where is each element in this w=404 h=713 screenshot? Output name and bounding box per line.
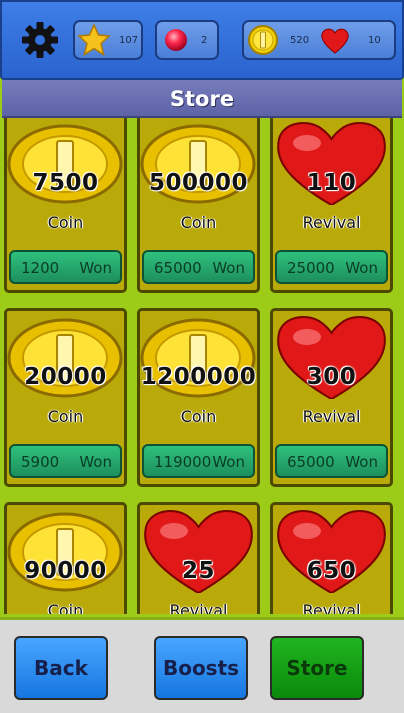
gems-value: 2 [201, 35, 208, 46]
title-bar: Store [2, 80, 402, 118]
item-amount: 650 [306, 558, 357, 584]
store-item-coin[interactable]: 500000 Coin 65000 Won [137, 118, 260, 293]
buy-button[interactable]: 5900 Won [9, 444, 122, 478]
item-currency: Won [212, 259, 245, 277]
store-button[interactable]: Store [270, 636, 364, 700]
store-item-coin[interactable]: 7500 Coin 1200 Won [4, 118, 127, 293]
item-currency: Won [345, 259, 378, 277]
item-price: 5900 [21, 453, 60, 471]
item-amount: 1200000 [140, 364, 257, 390]
item-price: 25000 [287, 259, 335, 277]
item-amount: 500000 [148, 170, 249, 196]
store-item-revival[interactable]: 25 Revival [137, 502, 260, 614]
item-kind: Coin [180, 213, 217, 232]
item-currency: Won [79, 453, 112, 471]
item-kind: Coin [47, 601, 84, 614]
store-item-revival[interactable]: 110 Revival 25000 Won [270, 118, 393, 293]
item-amount: 20000 [24, 364, 107, 390]
item-price: 1200 [21, 259, 60, 277]
red-gem-icon [165, 29, 187, 51]
coin-icon [248, 25, 278, 55]
item-kind: Revival [302, 407, 361, 426]
page-title: Store [169, 87, 235, 111]
coins-lives-counter: 520 10 [242, 20, 396, 60]
gems-counter: 2 [155, 20, 219, 60]
top-hud: 107 2 520 10 [0, 0, 404, 80]
heart-icon [321, 28, 349, 54]
store-item-coin[interactable]: 90000 Coin [4, 502, 127, 614]
store-item-revival[interactable]: 300 Revival 65000 Won [270, 308, 393, 487]
back-button[interactable]: Back [14, 636, 108, 700]
store-grid[interactable]: 7500 Coin 1200 Won 500000 Coin 65000 Won… [0, 118, 404, 614]
item-kind: Revival [302, 601, 361, 614]
item-kind: Coin [47, 407, 84, 426]
store-item-revival[interactable]: 650 Revival [270, 502, 393, 614]
item-kind: Revival [169, 601, 228, 614]
item-amount: 300 [306, 364, 357, 390]
item-currency: Won [212, 453, 245, 471]
bottom-nav: Back Boosts Store [0, 617, 404, 713]
buy-button[interactable]: 119000 Won [142, 444, 255, 478]
buy-button[interactable]: 65000 Won [275, 444, 388, 478]
buy-button[interactable]: 1200 Won [9, 250, 122, 284]
lives-value: 10 [368, 35, 381, 46]
store-item-coin[interactable]: 20000 Coin 5900 Won [4, 308, 127, 487]
item-amount: 90000 [24, 558, 107, 584]
item-amount: 110 [306, 170, 357, 196]
stars-counter: 107 [73, 20, 143, 60]
item-amount: 7500 [32, 170, 99, 196]
item-kind: Coin [47, 213, 84, 232]
item-price: 119000 [154, 453, 212, 471]
item-price: 65000 [154, 259, 202, 277]
item-kind: Coin [180, 407, 217, 426]
buy-button[interactable]: 25000 Won [275, 250, 388, 284]
store-item-coin[interactable]: 1200000 Coin 119000 Won [137, 308, 260, 487]
coins-value: 520 [290, 35, 310, 46]
boosts-button[interactable]: Boosts [154, 636, 248, 700]
item-currency: Won [79, 259, 112, 277]
item-currency: Won [345, 453, 378, 471]
item-price: 65000 [287, 453, 335, 471]
item-kind: Revival [302, 213, 361, 232]
buy-button[interactable]: 65000 Won [142, 250, 255, 284]
gear-icon[interactable] [20, 20, 60, 60]
item-amount: 25 [181, 558, 215, 584]
stars-value: 107 [119, 35, 139, 46]
star-icon [77, 23, 111, 57]
